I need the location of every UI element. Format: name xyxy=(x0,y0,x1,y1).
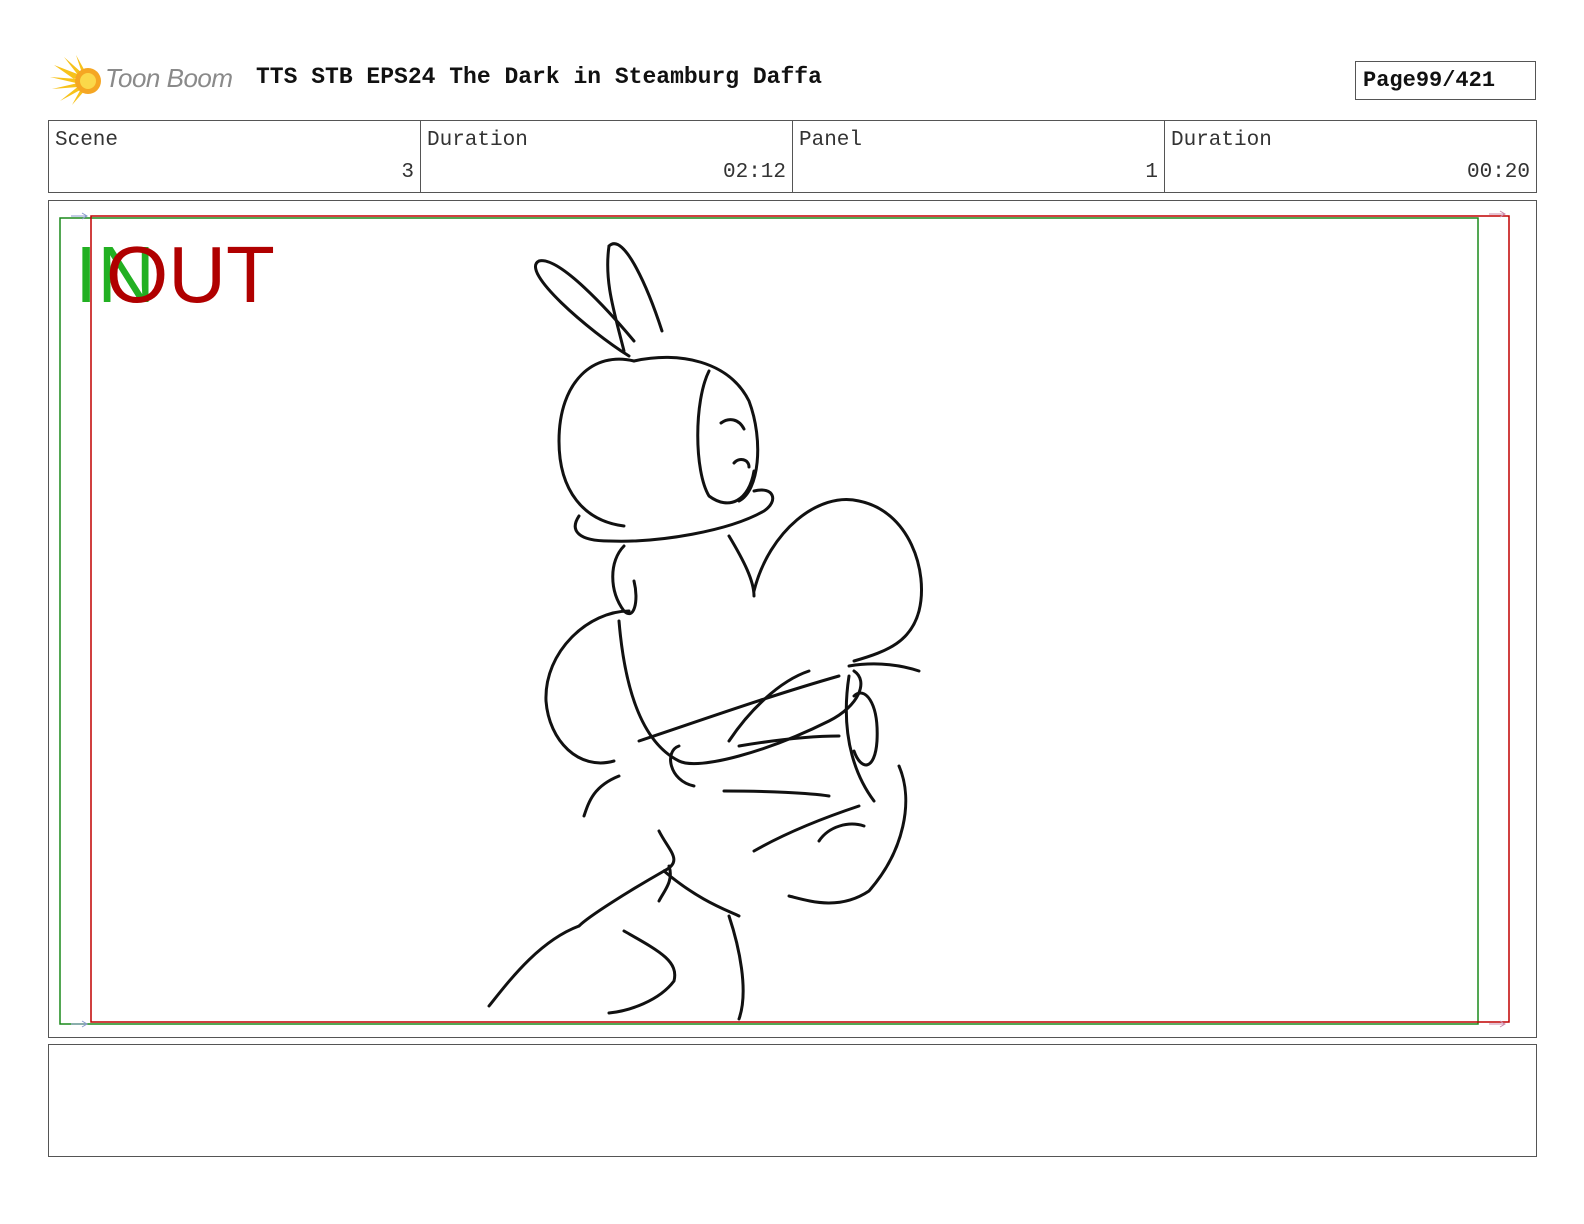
camera-move-arrow-bottom xyxy=(71,1020,88,1028)
toon-boom-starburst-icon xyxy=(50,55,101,105)
page-number: 99/421 xyxy=(1415,68,1496,93)
scene-cell: Scene 3 xyxy=(49,121,421,192)
panel-duration-label: Duration xyxy=(1171,129,1272,152)
panel-artwork xyxy=(59,210,1510,1028)
storyboard-panel: IN OUT xyxy=(48,200,1537,1038)
out-label: OUT xyxy=(106,230,275,319)
out-camera-frame xyxy=(90,215,1510,1023)
panel-duration-value: 00:20 xyxy=(1466,161,1530,184)
scene-duration-value: 02:12 xyxy=(722,161,786,184)
logo-text: Toon Boom xyxy=(105,63,233,93)
panel-notes-box xyxy=(48,1044,1537,1157)
scene-value: 3 xyxy=(401,161,414,184)
scene-info-table: Scene 3 Duration 02:12 Panel 1 Duration … xyxy=(48,120,1537,193)
panel-value: 1 xyxy=(1145,161,1158,184)
in-camera-frame xyxy=(59,217,1479,1025)
document-title: TTS STB EPS24 The Dark in Steamburg Daff… xyxy=(256,64,822,90)
character-sketch xyxy=(487,242,923,1021)
panel-duration-cell: Duration 00:20 xyxy=(1165,121,1536,192)
page-label: Page xyxy=(1363,68,1416,93)
toon-boom-logo: Toon Boom xyxy=(50,55,240,107)
panel-cell: Panel 1 xyxy=(793,121,1165,192)
scene-label: Scene xyxy=(55,129,119,152)
scene-duration-label: Duration xyxy=(427,129,528,152)
scene-duration-cell: Duration 02:12 xyxy=(421,121,793,192)
panel-label: Panel xyxy=(799,129,863,152)
page-indicator: Page 99/421 xyxy=(1355,61,1536,100)
